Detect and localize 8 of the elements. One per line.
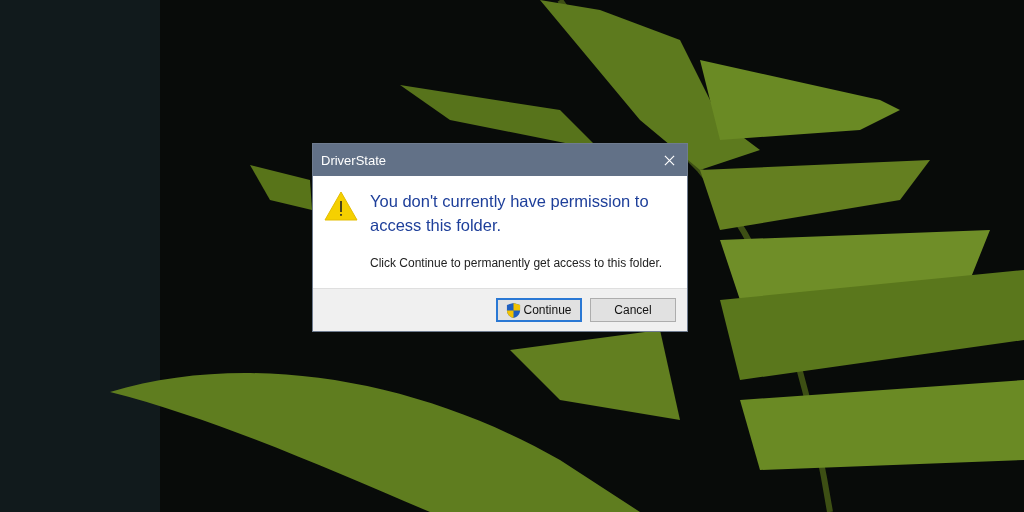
dialog-button[interactable]: Continue bbox=[496, 298, 582, 322]
shield-icon bbox=[506, 301, 522, 319]
dialog-button[interactable]: Cancel bbox=[590, 298, 676, 322]
dialog-heading: You don't currently have permission to access this folder. bbox=[370, 191, 650, 236]
window-title: DriverState bbox=[321, 152, 387, 168]
close-icon[interactable] bbox=[664, 154, 675, 166]
warning-icon bbox=[324, 191, 358, 221]
dialog-message: Click Continue to permanently get access to this folder. bbox=[370, 255, 664, 272]
